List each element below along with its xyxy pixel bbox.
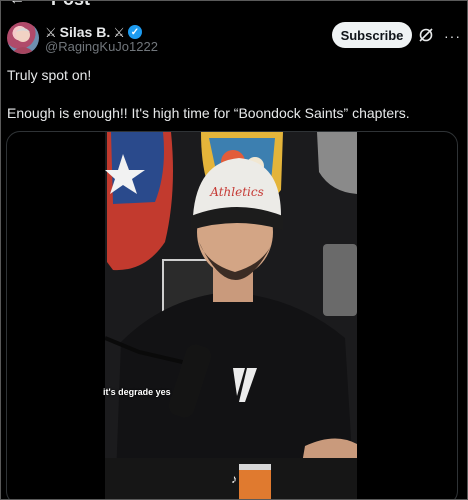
page-title: Post (51, 1, 90, 9)
back-arrow-icon[interactable]: ← (9, 1, 25, 9)
crossed-swords-icon: ⚔ (113, 24, 125, 40)
crossed-swords-icon: ⚔ (45, 24, 57, 40)
video-caption: it's degrade yes (103, 387, 171, 397)
author-handle[interactable]: @RagingKuJo1222 (45, 39, 158, 54)
avatar[interactable] (7, 22, 39, 54)
avatar-image-icon (11, 28, 35, 54)
video-still-image: Athletics (105, 132, 357, 499)
more-options-icon[interactable]: ··· (444, 28, 461, 44)
video-frame[interactable]: Athletics (105, 132, 357, 499)
verified-badge-icon: ✓ (127, 25, 142, 39)
top-bar: ← Post (1, 1, 467, 9)
subscribe-button[interactable]: Subscribe (332, 22, 412, 48)
post-text-line-2: Enough is enough!! It's high time for “B… (7, 105, 410, 121)
post-text-line-1: Truly spot on! (7, 67, 92, 83)
grok-icon[interactable] (418, 27, 434, 43)
video-player[interactable]: Athletics it's degrade yes ♪ (6, 131, 458, 499)
tiktok-watermark-icon: ♪ (231, 472, 237, 486)
cap-logo-text: Athletics (209, 185, 263, 199)
post-window: ← Post ⚔ Silas B. ⚔ ✓ @RagingKuJo1222 Su… (0, 0, 468, 500)
author-name[interactable]: Silas B. (60, 24, 111, 40)
